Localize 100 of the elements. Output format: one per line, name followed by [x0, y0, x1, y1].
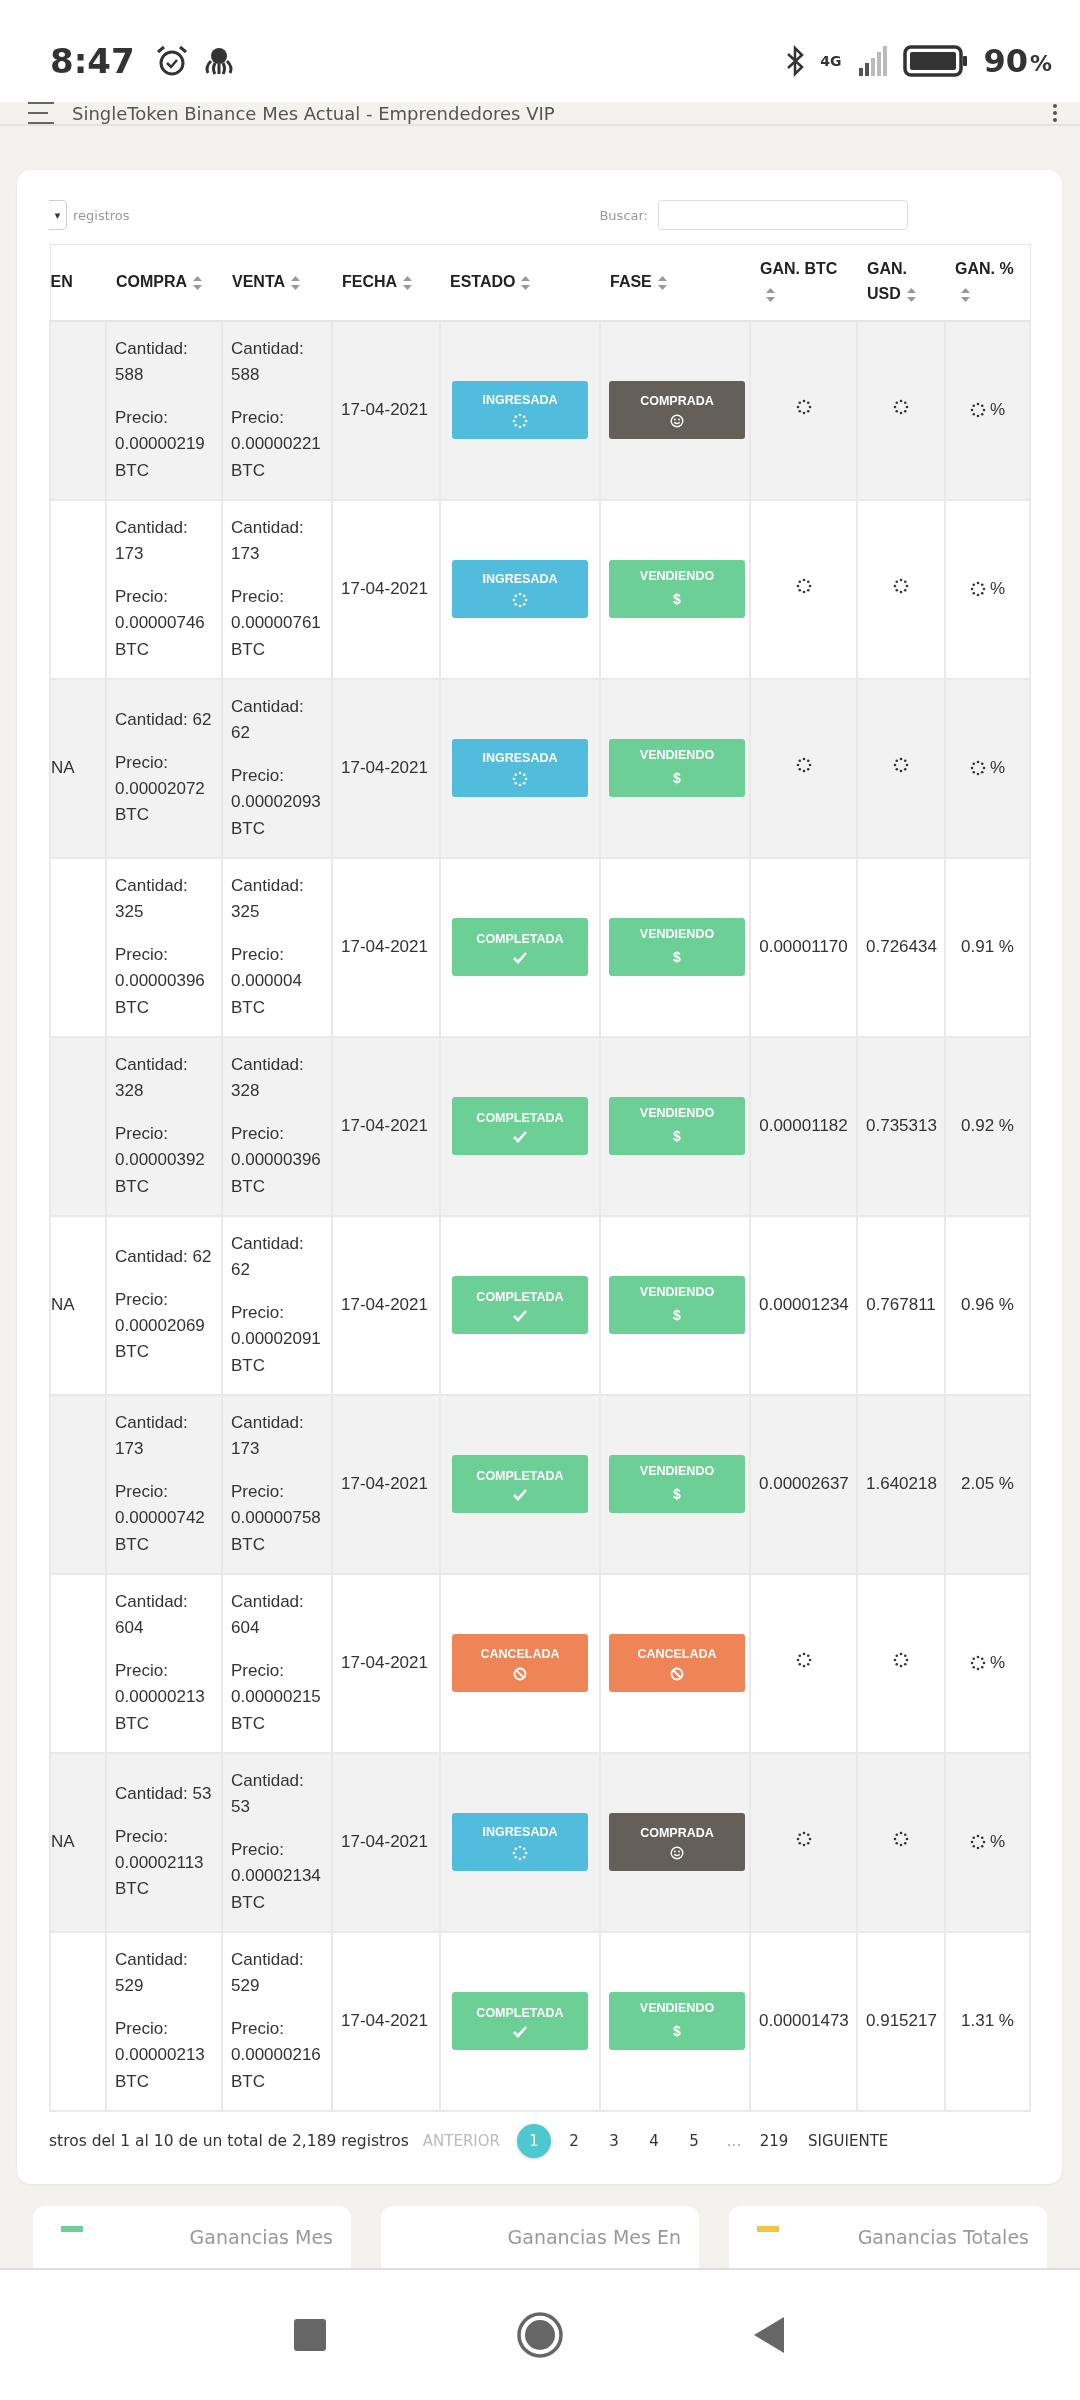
loading-spinner-icon: [893, 577, 909, 594]
page-link[interactable]: 219: [756, 2123, 791, 2158]
buy-quantity: Cantidad: 604: [115, 1591, 189, 1640]
network-type: 4G: [820, 53, 842, 69]
column-header[interactable]: COMPRA: [106, 244, 222, 321]
phase-badge: VENDIENDO $: [609, 739, 745, 797]
btc-gain-cell: 0.00001234: [750, 1215, 857, 1395]
buy-quantity: Cantidad: 62: [115, 1246, 213, 1269]
column-header[interactable]: ESTADO: [440, 244, 600, 321]
percent-cell: 2.05 %: [945, 1394, 1030, 1574]
percent-cell: 0.92 %: [945, 1036, 1030, 1216]
sell-price: Precio: 0.00000758 BTC: [231, 1480, 322, 1556]
check-icon: [513, 951, 527, 964]
percent-cell-text: %: [989, 756, 1006, 779]
status-badge: COMPLETADA: [452, 1097, 588, 1155]
summary-title: Ganancias Mes: [189, 2225, 333, 2248]
status-badge: INGRESADA: [452, 381, 588, 439]
status-badge: CANCELADA: [452, 1634, 588, 1692]
buy-price: Precio: 0.00000219 BTC: [115, 406, 206, 482]
page-link[interactable]: 4: [636, 2123, 671, 2158]
check-icon: [513, 1309, 527, 1322]
sort-icon[interactable]: [291, 275, 301, 290]
page-link[interactable]: 3: [596, 2123, 631, 2158]
search-field[interactable]: [658, 200, 908, 230]
buy-price: Precio: 0.00002113 BTC: [115, 1825, 205, 1901]
status-time: 8:47: [50, 41, 135, 81]
page-length-label: registros: [73, 207, 130, 223]
sort-icon[interactable]: [193, 275, 203, 290]
loading-spinner-icon: [893, 1830, 909, 1847]
date-cell: 17-04-2021: [332, 1752, 440, 1932]
sell-quantity: Cantidad: 325: [231, 875, 305, 924]
sell-quantity: Cantidad: 173: [231, 517, 305, 566]
btc-gain-cell: 0.00001182: [750, 1036, 857, 1216]
phase-badge: VENDIENDO $: [609, 1455, 745, 1513]
sell-quantity: Cantidad: 604: [231, 1591, 305, 1640]
summary-title: Ganancias Totales: [857, 2225, 1029, 2248]
sell-quantity: Cantidad: 328: [231, 1054, 305, 1103]
buy-price: Precio: 0.00000742 BTC: [115, 1480, 206, 1556]
page-length-select[interactable]: ▾: [49, 200, 67, 230]
battery-icon: [903, 44, 970, 78]
menu-icon[interactable]: [28, 102, 54, 124]
ellipsis-text: …: [725, 2130, 743, 2152]
search-label: Buscar:: [599, 207, 648, 223]
buy-quantity: Cantidad: 173: [115, 1412, 189, 1461]
percent-cell-text: %: [989, 398, 1006, 421]
usd-gain-cell: 0.915217: [857, 1931, 945, 2111]
sell-quantity: Cantidad: 53: [231, 1770, 305, 1819]
page-title: SingleToken Binance Mes Actual - Emprendedores VIP: [72, 102, 556, 124]
btc-gain-cell: 0.00002637: [750, 1394, 857, 1574]
btc-gain-cell: 0.00001473: [750, 1931, 857, 2111]
status-badge: INGRESADA: [452, 560, 588, 618]
date-cell: 17-04-2021: [332, 1394, 440, 1574]
buy-price: Precio: 0.00002072 BTC: [115, 751, 206, 827]
column-header[interactable]: VENTA: [222, 244, 332, 321]
sell-price: Precio: 0.00000216 BTC: [231, 2017, 322, 2093]
column-header[interactable]: GAN. %: [945, 244, 1030, 321]
sort-icon[interactable]: [906, 288, 916, 302]
date-cell: 17-04-2021: [332, 1573, 440, 1753]
buy-quantity: Cantidad: 173: [115, 517, 189, 566]
sell-quantity: Cantidad: 62: [231, 1233, 305, 1282]
smiley-icon: [670, 413, 684, 428]
status-badge: COMPLETADA: [452, 1992, 588, 2050]
buy-quantity: Cantidad: 588: [115, 338, 189, 387]
loading-spinner-icon: [512, 770, 528, 787]
sort-icon[interactable]: [403, 275, 413, 290]
column-header[interactable]: GAN. USD: [857, 244, 945, 321]
usd-gain-cell: 1.640218: [857, 1394, 945, 1574]
usd-gain-cell: 0.726434: [857, 857, 945, 1037]
percent-cell: 0.96 %: [945, 1215, 1030, 1395]
column-header[interactable]: FASE: [600, 244, 750, 321]
sell-price: Precio: 0.00000396 BTC: [231, 1122, 322, 1198]
home-icon[interactable]: [516, 2311, 564, 2359]
page-link[interactable]: 5: [676, 2123, 711, 2158]
buy-quantity: Cantidad: 328: [115, 1054, 189, 1103]
sort-icon[interactable]: [961, 288, 970, 302]
status-badge: INGRESADA: [452, 739, 588, 797]
phase-badge: COMPRADA: [609, 1813, 745, 1871]
buy-quantity: Cantidad: 53: [115, 1783, 213, 1806]
sell-price: Precio: 0.00002134 BTC: [231, 1838, 322, 1914]
table-cell: NA: [50, 678, 106, 858]
battery-level: 90: [983, 42, 1028, 80]
more-options-icon[interactable]: [1052, 103, 1058, 123]
column-header[interactable]: FECHA: [332, 244, 440, 321]
back-icon[interactable]: [754, 2317, 786, 2353]
date-cell: 17-04-2021: [332, 1215, 440, 1395]
next-link[interactable]: SIGUIENTE: [807, 2131, 889, 2150]
sell-quantity: Cantidad: 529: [231, 1949, 305, 1998]
loading-spinner-icon: [893, 398, 909, 415]
btc-gain-cell: 0.00001170: [750, 857, 857, 1037]
sort-icon[interactable]: [657, 275, 667, 290]
check-icon: [513, 2025, 527, 2038]
sort-icon[interactable]: [766, 288, 775, 302]
phase-badge: CANCELADA: [609, 1634, 745, 1692]
column-header[interactable]: GAN. BTC: [750, 244, 857, 321]
loading-spinner-icon: [969, 581, 986, 597]
sort-icon[interactable]: [521, 275, 531, 290]
check-icon: [513, 1488, 527, 1501]
smiley-icon: [670, 1845, 684, 1860]
sell-price: Precio: 0.00002091 BTC: [231, 1301, 322, 1377]
page-link[interactable]: 2: [556, 2123, 591, 2158]
